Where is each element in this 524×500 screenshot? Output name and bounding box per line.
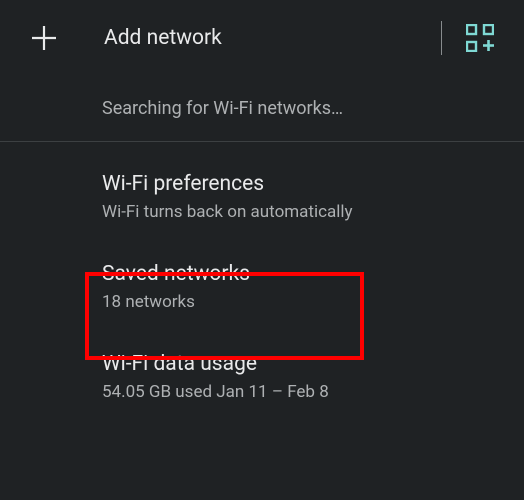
item-subtitle: Wi-Fi turns back on automatically xyxy=(102,202,504,222)
add-network-label[interactable]: Add network xyxy=(104,26,433,50)
header-row: Add network xyxy=(0,0,524,76)
settings-list: Wi-Fi preferences Wi-Fi turns back on au… xyxy=(0,142,524,422)
add-network-icon[interactable] xyxy=(22,16,66,60)
wifi-searching-status: Searching for Wi-Fi networks… xyxy=(0,76,524,141)
item-title: Saved networks xyxy=(102,262,504,286)
item-subtitle: 54.05 GB used Jan 11 – Feb 8 xyxy=(102,382,504,402)
wifi-preferences-item[interactable]: Wi-Fi preferences Wi-Fi turns back on au… xyxy=(0,152,524,242)
qr-scan-icon[interactable] xyxy=(460,18,500,58)
wifi-data-usage-item[interactable]: Wi-Fi data usage 54.05 GB used Jan 11 – … xyxy=(0,332,524,422)
item-title: Wi-Fi data usage xyxy=(102,352,504,376)
saved-networks-item[interactable]: Saved networks 18 networks xyxy=(0,242,524,332)
item-subtitle: 18 networks xyxy=(102,292,504,312)
header-separator xyxy=(441,21,442,55)
item-title: Wi-Fi preferences xyxy=(102,172,504,196)
